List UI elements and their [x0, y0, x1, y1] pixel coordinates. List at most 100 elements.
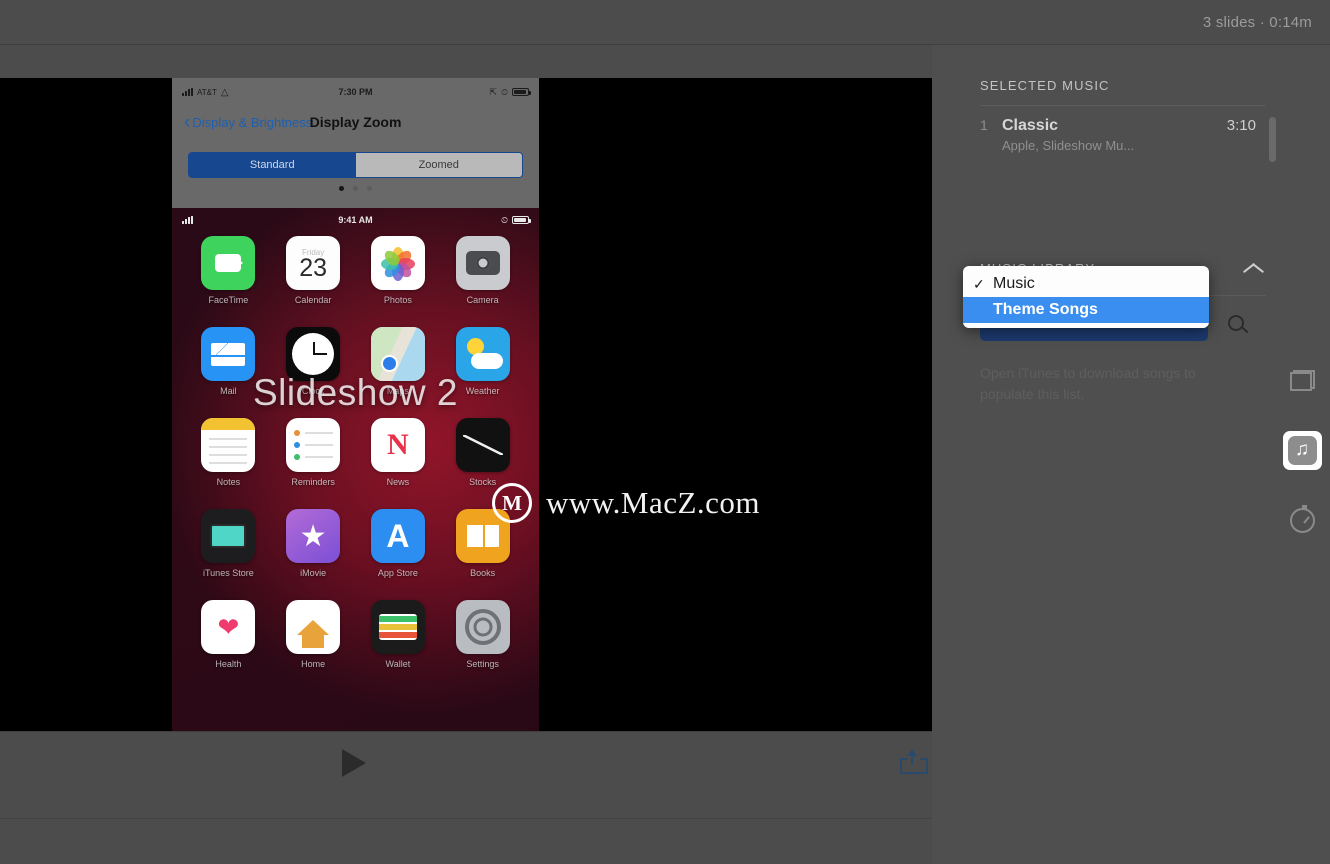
track-number: 1	[980, 117, 988, 133]
camera-icon	[455, 236, 510, 290]
app-camera[interactable]: Camera	[440, 236, 525, 305]
display-zoom-segmented-control[interactable]: Standard Zoomed	[188, 152, 523, 178]
facetime-icon	[201, 236, 256, 290]
reminders-icon	[286, 418, 341, 472]
alarm-icon: ⏲	[500, 214, 508, 225]
app-label: Calendar	[294, 295, 332, 305]
app-notes[interactable]: Notes	[186, 418, 271, 487]
home-status-bar: 9:41 AM ⏲	[172, 213, 539, 227]
battery-icon	[512, 216, 531, 224]
phone-recording: AT&T △ 7:30 PM ⇱ ⏲ ‹ Display & Brightnes…	[172, 78, 539, 731]
rail-button-timer[interactable]	[1274, 485, 1330, 555]
app-label: Health	[215, 659, 242, 669]
imovie-icon: ★	[286, 509, 341, 563]
app-label: Settings	[466, 659, 499, 669]
app-imovie[interactable]: ★ iMovie	[271, 509, 356, 578]
photos-icon	[370, 236, 425, 290]
segment-standard[interactable]: Standard	[189, 153, 356, 177]
alarm-icon: ⏲	[500, 86, 508, 97]
page-dot	[367, 186, 372, 191]
top-bar: 3 slides · 0:14m	[0, 0, 1330, 45]
watermark-text: www.MacZ.com	[546, 485, 761, 520]
app-label: Wallet	[385, 659, 411, 669]
settings-icon	[455, 600, 510, 654]
segment-zoomed[interactable]: Zoomed	[355, 153, 522, 177]
ios-status-bar: AT&T △ 7:30 PM ⇱ ⏲	[172, 84, 539, 100]
table-row[interactable]: 1 Classic Apple, Slideshow Mu... 3:10	[980, 113, 1276, 165]
track-duration: 3:10	[1226, 117, 1256, 134]
rail-button-slides[interactable]	[1274, 345, 1330, 415]
app-grid: FaceTime Friday 23 Calendar Photos Camer…	[172, 230, 539, 675]
checkmark-icon: ✓	[973, 275, 985, 292]
scrollbar[interactable]	[1269, 117, 1276, 162]
app-stocks[interactable]: Stocks	[440, 418, 525, 487]
rail-button-music[interactable]: ♫	[1274, 415, 1330, 485]
home-clock-label: 9:41 AM	[338, 215, 373, 225]
notes-icon	[201, 418, 256, 472]
battery-icon	[512, 88, 531, 96]
divider	[980, 105, 1266, 106]
app-label: App Store	[377, 568, 418, 578]
app-label: News	[386, 477, 410, 487]
ios-home-screen: 9:41 AM ⏲ FaceTime Friday 23 Calendar Ph…	[172, 208, 539, 731]
app-home[interactable]: Home	[271, 600, 356, 669]
app-label: FaceTime	[208, 295, 249, 305]
calendar-icon: Friday 23	[286, 236, 341, 290]
calendar-day: 23	[299, 253, 328, 282]
app-reminders[interactable]: Reminders	[271, 418, 356, 487]
menu-item-music[interactable]: ✓ Music	[963, 271, 1209, 297]
app-label: Photos	[383, 295, 412, 305]
music-icon: ♫	[1287, 435, 1317, 465]
search-icon[interactable]	[1228, 315, 1250, 337]
slides-icon	[1289, 369, 1315, 391]
app-facetime[interactable]: FaceTime	[186, 236, 271, 305]
stocks-icon	[455, 418, 510, 472]
page-dot	[353, 186, 358, 191]
library-empty-message: Open iTunes to download songs to populat…	[980, 365, 1196, 402]
app-label: Reminders	[291, 477, 335, 487]
play-icon[interactable]	[342, 749, 366, 777]
page-dots	[172, 186, 539, 191]
watermark: M www.MacZ.com	[492, 483, 760, 523]
app-appstore[interactable]: A App Store	[356, 509, 441, 578]
transport-bar	[0, 731, 932, 793]
app-news[interactable]: N News	[356, 418, 441, 487]
itunes-icon	[201, 509, 256, 563]
music-sidebar: SELECTED MUSIC 1 Classic Apple, Slidesho…	[932, 45, 1330, 864]
photos-flower	[380, 246, 415, 281]
news-icon: N	[370, 418, 425, 472]
chevron-up-icon[interactable]	[1242, 259, 1266, 275]
menu-item-label: Music	[993, 275, 1035, 292]
settings-nav-bar: ‹ Display & Brightness Display Zoom	[172, 106, 539, 138]
preview-canvas[interactable]: AT&T △ 7:30 PM ⇱ ⏲ ‹ Display & Brightnes…	[0, 78, 932, 731]
app-label: iTunes Store	[203, 568, 254, 578]
page-dot	[339, 186, 344, 191]
appstore-icon: A	[370, 509, 425, 563]
app-label: iMovie	[300, 568, 327, 578]
sidebar-icon-rail: ♫	[1274, 345, 1330, 555]
app-calendar[interactable]: Friday 23 Calendar	[271, 236, 356, 305]
app-wallet[interactable]: Wallet	[356, 600, 441, 669]
app-label: Camera	[466, 295, 499, 305]
app-photos[interactable]: Photos	[356, 236, 441, 305]
settings-title: Display Zoom	[309, 114, 402, 130]
app-settings[interactable]: Settings	[440, 600, 525, 669]
share-export-icon	[900, 749, 928, 774]
timer-icon	[1289, 504, 1315, 533]
menu-item-theme-songs[interactable]: Theme Songs	[963, 297, 1209, 323]
health-icon: ❤	[201, 600, 256, 654]
status-right: ⇱ ⏲	[489, 86, 531, 98]
project-meta: 3 slides · 0:14m	[1202, 13, 1312, 31]
imovie-window: 3 slides · 0:14m AT&T △ 7:30 PM ⇱ ⏲ ‹ Di…	[0, 0, 1330, 864]
track-name: Classic	[1002, 117, 1059, 134]
app-label: Books	[470, 568, 496, 578]
track-artist: Apple, Slideshow Mu...	[1002, 138, 1135, 153]
location-icon: ⇱	[489, 86, 497, 97]
app-health[interactable]: ❤ Health	[186, 600, 271, 669]
library-source-dropdown-menu[interactable]: ✓ Music Theme Songs	[963, 266, 1209, 328]
app-label: Notes	[216, 477, 241, 487]
clock-label: 7:30 PM	[338, 87, 373, 97]
selected-music-heading: SELECTED MUSIC	[980, 78, 1110, 93]
app-itunes[interactable]: iTunes Store	[186, 509, 271, 578]
wallet-icon	[370, 600, 425, 654]
